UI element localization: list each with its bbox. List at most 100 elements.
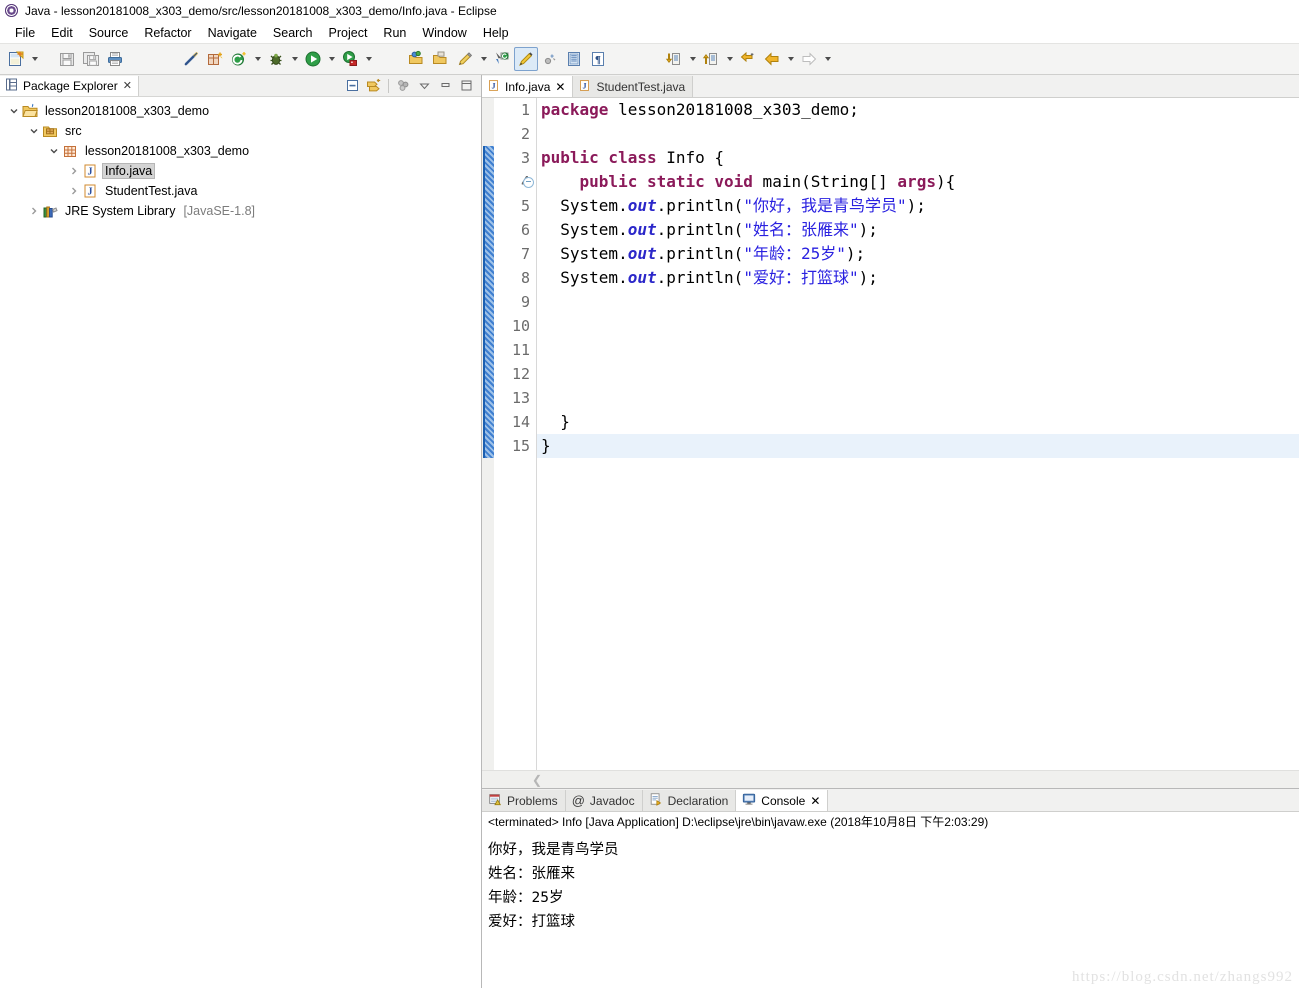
code-line: System.out.println("你好，我是青鸟学员"); — [537, 194, 1299, 218]
code-token: .println( — [656, 268, 744, 287]
code-token: } — [541, 412, 570, 431]
svg-text:J: J — [88, 187, 93, 198]
back-arrow-icon[interactable] — [760, 47, 784, 71]
forward-arrow-icon[interactable] — [797, 47, 821, 71]
close-icon[interactable]: ✕ — [123, 79, 132, 92]
close-icon[interactable]: ✕ — [810, 794, 820, 808]
menu-item-source[interactable]: Source — [81, 24, 137, 42]
code-line: System.out.println("年龄：25岁"); — [537, 242, 1299, 266]
scroll-left-icon[interactable]: ❮ — [532, 773, 542, 787]
menu-item-window[interactable]: Window — [414, 24, 474, 42]
tab-javadoc[interactable]: @ Javadoc — [565, 790, 643, 811]
chevron-down-icon[interactable] — [6, 103, 22, 119]
code-token: ); — [858, 220, 878, 239]
chevron-right-icon[interactable] — [26, 203, 42, 219]
tree-item-label: lesson20181008_x303_demo — [45, 104, 210, 118]
forward-dropdown-arrow[interactable] — [821, 47, 834, 71]
save-icon[interactable] — [55, 47, 79, 71]
code-token: args — [897, 172, 936, 191]
block-selection-icon[interactable] — [562, 47, 586, 71]
declaration-icon — [649, 792, 663, 809]
run-dropdown-arrow[interactable] — [325, 47, 338, 71]
marker-pen-icon[interactable] — [514, 47, 538, 71]
print-icon[interactable] — [103, 47, 127, 71]
console-launch-status: <terminated> Info [Java Application] D:\… — [482, 812, 1299, 832]
editor-tab-info-java[interactable]: J Info.java ✕ — [482, 76, 574, 97]
menu-item-project[interactable]: Project — [321, 24, 376, 42]
next-annotation-dropdown-arrow[interactable] — [686, 47, 699, 71]
external-tools-dropdown-arrow[interactable] — [362, 47, 375, 71]
maximize-icon[interactable] — [456, 76, 477, 96]
chevron-right-icon[interactable] — [66, 163, 82, 179]
menu-item-search[interactable]: Search — [265, 24, 321, 42]
close-icon[interactable]: ✕ — [555, 80, 565, 94]
class-new-icon[interactable] — [227, 47, 251, 71]
run-green-play-icon[interactable] — [301, 47, 325, 71]
bug-icon[interactable] — [264, 47, 288, 71]
fold-collapse-icon[interactable] — [523, 177, 534, 188]
tab-console[interactable]: Console ✕ — [736, 790, 829, 811]
menu-item-refactor[interactable]: Refactor — [136, 24, 199, 42]
back-dropdown-arrow[interactable] — [784, 47, 797, 71]
external-tools-icon[interactable] — [338, 47, 362, 71]
chevron-down-icon[interactable] — [46, 143, 62, 159]
code-text[interactable]: package lesson20181008_x303_demo; public… — [537, 98, 1299, 770]
package-icon — [62, 143, 78, 159]
open-task-icon[interactable] — [429, 47, 453, 71]
console-output-line: 姓名：张雁来 — [488, 866, 575, 882]
last-edit-icon[interactable] — [736, 47, 760, 71]
menu-item-navigate[interactable]: Navigate — [200, 24, 265, 42]
search-arrow-icon[interactable] — [490, 47, 514, 71]
previous-annotation-dropdown-arrow[interactable] — [723, 47, 736, 71]
minimize-icon[interactable] — [435, 76, 456, 96]
code-editor[interactable]: 123456789101112131415 package lesson2018… — [482, 98, 1299, 770]
console-icon — [742, 792, 756, 809]
debug-dropdown-arrow[interactable] — [288, 47, 301, 71]
menu-item-help[interactable]: Help — [475, 24, 517, 42]
editor-horizontal-scrollbar[interactable]: ❮ — [482, 770, 1299, 788]
pilcrow-icon[interactable]: ¶ — [586, 47, 610, 71]
tree-item-jre-system-library[interactable]: JRE System Library [JavaSE-1.8] — [0, 201, 481, 221]
pencil-dropdown-arrow[interactable] — [477, 47, 490, 71]
collapse-all-icon[interactable] — [342, 76, 363, 96]
new-file-dropdown-arrow[interactable] — [28, 47, 41, 71]
breakpoint-skip-icon[interactable] — [538, 47, 562, 71]
chevron-down-icon[interactable] — [414, 76, 435, 96]
tab-problems[interactable]: Problems — [482, 790, 566, 811]
line-number: 10 — [511, 317, 530, 335]
chevron-down-icon[interactable] — [26, 123, 42, 139]
previous-annotation-up-icon[interactable] — [699, 47, 723, 71]
svg-text:J: J — [583, 81, 587, 90]
pencil-icon[interactable] — [453, 47, 477, 71]
link-editor-icon[interactable] — [363, 76, 384, 96]
tree-item-project[interactable]: lesson20181008_x303_demo — [0, 101, 481, 121]
code-token: } — [541, 436, 551, 455]
save-all-icon[interactable] — [79, 47, 103, 71]
code-token: ){ — [935, 172, 956, 191]
editor-tab-studenttest-java[interactable]: J StudentTest.java — [573, 76, 694, 97]
tree-item-info-java[interactable]: J Info.java — [0, 161, 481, 181]
line-number: 3 — [520, 149, 530, 167]
class-new-dropdown-arrow[interactable] — [251, 47, 264, 71]
next-annotation-down-icon[interactable] — [662, 47, 686, 71]
code-token: out — [627, 244, 657, 263]
tree-item-package[interactable]: lesson20181008_x303_demo — [0, 141, 481, 161]
open-type-icon[interactable] — [405, 47, 429, 71]
tree-item-label: src — [65, 124, 82, 138]
view-menu-icon[interactable] — [393, 76, 414, 96]
tree-item-studenttest-java[interactable]: J StudentTest.java — [0, 181, 481, 201]
menu-item-file[interactable]: File — [7, 24, 43, 42]
new-file-icon[interactable] — [4, 47, 28, 71]
line-number: 11 — [511, 341, 530, 359]
console-output[interactable]: 你好，我是青鸟学员 姓名：张雁来 年龄：25岁 爱好：打篮球 — [482, 832, 1299, 988]
tree-item-src[interactable]: src — [0, 121, 481, 141]
menu-item-edit[interactable]: Edit — [43, 24, 81, 42]
tab-package-explorer[interactable]: Package Explorer ✕ — [0, 75, 139, 96]
chevron-right-icon[interactable] — [66, 183, 82, 199]
tab-declaration[interactable]: Declaration — [642, 790, 737, 811]
pen-strike-icon[interactable] — [179, 47, 203, 71]
console-output-line: 年龄：25岁 — [488, 890, 564, 906]
menu-item-run[interactable]: Run — [375, 24, 414, 42]
editor-tab-label: StudentTest.java — [596, 79, 686, 94]
package-new-icon[interactable] — [203, 47, 227, 71]
